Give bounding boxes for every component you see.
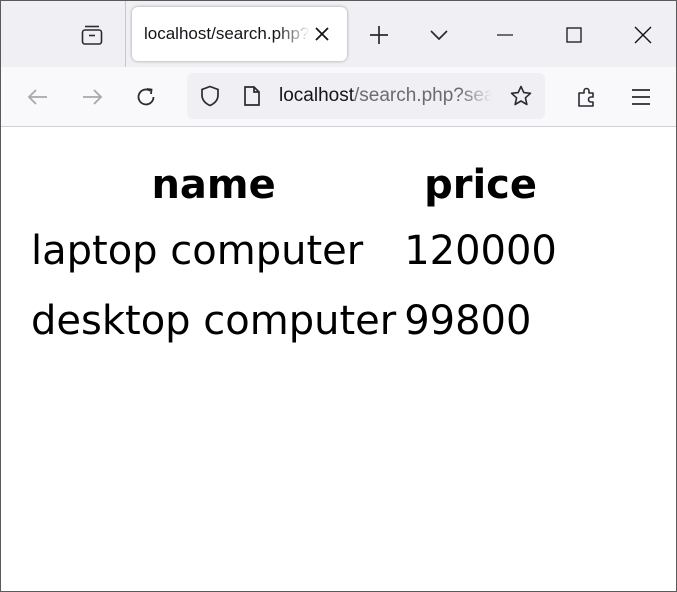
tab-list-icon [80, 23, 104, 47]
product-price-cell: 120000 [404, 228, 557, 274]
window-close-button[interactable] [625, 17, 661, 53]
forward-arrow-icon [80, 85, 104, 109]
address-bar[interactable]: localhost/search.php?search=computer [187, 73, 545, 119]
page-icon[interactable] [240, 84, 264, 108]
menu-icon [630, 86, 652, 108]
star-icon[interactable] [509, 84, 533, 108]
minimize-icon [496, 26, 514, 44]
page-content: name price laptop computer 120000 deskto… [1, 128, 676, 591]
tab-strip-separator [125, 1, 126, 67]
back-arrow-icon [26, 85, 50, 109]
back-button[interactable] [20, 79, 56, 115]
table-row: desktop computer 99800 [29, 288, 559, 354]
forward-button[interactable] [74, 79, 110, 115]
product-price-cell: 99800 [404, 298, 532, 344]
close-icon[interactable] [310, 22, 334, 46]
results-table: name price laptop computer 120000 deskto… [25, 152, 563, 358]
new-tab-plus-icon [368, 24, 390, 46]
url-text[interactable]: localhost/search.php?search=computer [279, 85, 492, 107]
extensions-icon [575, 85, 599, 109]
column-header-name: name [151, 162, 276, 208]
navigation-toolbar: localhost/search.php?search=computer [1, 67, 676, 127]
maximize-icon [565, 26, 583, 44]
url-path: /search.php?search=computer [354, 85, 492, 106]
product-name-cell: desktop computer [31, 298, 397, 344]
tabs-dropdown-chevron-icon [428, 24, 450, 46]
maximize-button[interactable] [556, 17, 592, 53]
browser-window: localhost/search.php?search=computer [0, 0, 677, 592]
list-all-tabs-button[interactable] [421, 17, 457, 53]
product-name-cell: laptop computer [31, 228, 364, 274]
table-header-row: name price [29, 156, 559, 214]
table-row: laptop computer 120000 [29, 218, 559, 284]
column-header-price: price [424, 162, 537, 208]
tab-list-button[interactable] [73, 17, 111, 53]
tab-strip: localhost/search.php?search=computer [1, 1, 676, 67]
active-tab[interactable]: localhost/search.php?search=computer [132, 7, 347, 61]
reload-button[interactable] [128, 79, 164, 115]
app-menu-button[interactable] [623, 79, 659, 115]
reload-icon [134, 85, 158, 109]
window-close-icon [633, 25, 653, 45]
new-tab-button[interactable] [361, 17, 397, 53]
shield-icon[interactable] [198, 84, 222, 108]
minimize-button[interactable] [487, 17, 523, 53]
extensions-button[interactable] [569, 79, 605, 115]
url-host: localhost [279, 85, 354, 106]
tab-title: localhost/search.php?search=computer [144, 24, 310, 43]
